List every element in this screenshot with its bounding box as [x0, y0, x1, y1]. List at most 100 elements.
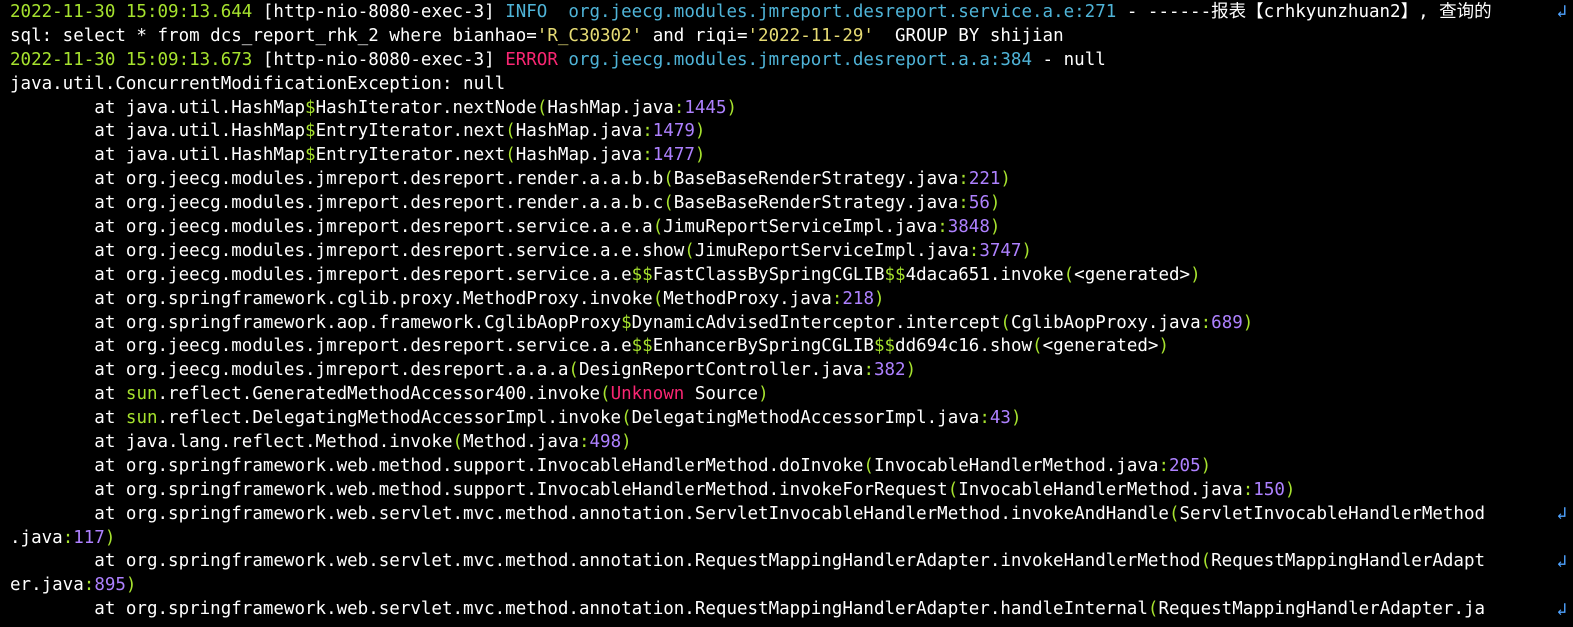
log-line: at java.util.HashMap$HashIterator.nextNo… — [10, 97, 1573, 121]
log-segment: sun — [125, 384, 158, 405]
log-segment: $ — [305, 145, 316, 166]
log-segment: JimuReportServiceImpl.java — [663, 217, 938, 238]
log-segment: at java.lang.reflect.Method.invoke — [10, 432, 453, 453]
log-segment: : — [863, 360, 874, 381]
log-segment: ( — [621, 408, 632, 429]
log-segment: 221 — [968, 169, 1001, 190]
log-segment: INFO — [505, 2, 569, 22]
log-line: at java.util.HashMap$EntryIterator.next(… — [10, 120, 1573, 144]
log-line: er.java:895) — [10, 574, 1573, 598]
log-segment: $ — [305, 97, 316, 118]
log-segment: ServletInvocableHandlerMethod — [1179, 503, 1486, 524]
log-segment: $$ — [873, 336, 896, 357]
log-line: java.util.ConcurrentModificationExceptio… — [10, 73, 1573, 97]
log-segment: EntryIterator.next — [315, 121, 506, 142]
log-segment: FastClassBySpringCGLIB — [652, 264, 885, 285]
log-segment: 43 — [989, 408, 1011, 429]
log-line: at org.springframework.cglib.proxy.Metho… — [10, 288, 1573, 312]
log-segment: $ — [621, 312, 632, 333]
log-segment: at org.jeecg.modules.jmreport.desreport.… — [10, 264, 632, 285]
log-segment: ( — [663, 169, 674, 190]
log-segment: ) — [1021, 240, 1033, 261]
log-segment: 382 — [873, 360, 906, 381]
log-segment: ) — [1000, 169, 1011, 190]
log-line: at org.jeecg.modules.jmreport.desreport.… — [10, 216, 1573, 240]
log-segment: ( — [684, 240, 695, 261]
line-wrap-icon: ↲ — [1556, 599, 1567, 620]
log-segment: ) — [1010, 408, 1022, 429]
log-segment: at — [10, 384, 126, 405]
log-segment: [http-nio-8080-exec-3] — [262, 2, 506, 22]
log-line: .java:117) — [10, 527, 1573, 551]
log-segment: ( — [652, 288, 664, 309]
log-segment: ) — [694, 121, 706, 142]
log-segment: at java.util.HashMap — [10, 121, 306, 142]
log-segment: $ — [305, 121, 316, 142]
log-line: 2022-11-30 15:09:13.673 [http-nio-8080-e… — [10, 49, 1573, 73]
log-segment: 117 — [73, 527, 105, 548]
log-line: at org.springframework.web.method.suppor… — [10, 455, 1573, 479]
log-segment: .reflect.GeneratedMethodAccessor400.invo… — [157, 384, 601, 405]
log-segment: : — [831, 288, 843, 309]
log-line: at org.jeecg.modules.jmreport.desreport.… — [10, 192, 1573, 216]
log-segment: : — [968, 240, 980, 261]
log-segment: ( — [600, 384, 611, 405]
log-segment: at org.jeecg.modules.jmreport.desreport.… — [10, 360, 569, 381]
log-segment: ) — [726, 97, 738, 118]
log-segment: - ------报表【crhkyunzhuan2】, 查询的 — [1116, 2, 1492, 22]
log-segment: ) — [989, 193, 1001, 214]
log-segment: java.util.ConcurrentModificationExceptio… — [10, 73, 442, 94]
log-segment: : — [979, 408, 990, 429]
log-segment: ) — [621, 432, 632, 453]
log-segment: : null — [441, 73, 506, 94]
log-segment: : — [83, 575, 95, 596]
log-line: at org.springframework.web.servlet.mvc.m… — [10, 503, 1573, 527]
log-segment: : — [1158, 455, 1169, 476]
log-segment: at org.jeecg.modules.jmreport.desreport.… — [10, 169, 664, 190]
log-segment: : — [642, 121, 653, 142]
log-segment: ( — [663, 193, 674, 214]
log-segment: sql: select * from dcs_report_rhk_2 wher… — [10, 25, 537, 46]
log-segment: dd694c16.show — [895, 336, 1033, 357]
log-line: at org.jeecg.modules.jmreport.desreport.… — [10, 240, 1573, 264]
log-segment: 895 — [94, 575, 126, 596]
log-segment: ( — [1147, 599, 1159, 620]
log-segment: MethodProxy.java — [663, 288, 832, 309]
log-segment: 2022-11-30 15:09:13.673 — [10, 49, 263, 70]
log-segment: sun — [125, 408, 158, 429]
log-segment: <generated> — [1042, 336, 1159, 357]
log-segment: InvocableHandlerMethod.java — [873, 455, 1159, 476]
log-segment: GROUP BY shijian — [873, 25, 1064, 46]
log-segment: ( — [1000, 312, 1011, 333]
log-segment: at — [10, 408, 126, 429]
log-segment: : — [1242, 479, 1254, 500]
log-segment: : — [1200, 312, 1212, 333]
log-segment: at org.springframework.web.servlet.mvc.m… — [10, 551, 1201, 572]
log-segment: ( — [863, 455, 874, 476]
log-segment: DesignReportController.java — [578, 360, 864, 381]
log-segment: at org.springframework.web.method.suppor… — [10, 479, 948, 500]
log-line: at java.util.HashMap$EntryIterator.next(… — [10, 144, 1573, 168]
log-segment: : — [937, 217, 948, 238]
log-segment: [http-nio-8080-exec-3] — [262, 49, 506, 70]
log-segment: ( — [568, 360, 579, 381]
log-segment: org.jeecg.modules.jmreport.desreport.ser… — [568, 2, 1117, 22]
log-segment: ) — [873, 288, 885, 309]
log-segment: HashIterator.nextNode — [315, 97, 537, 118]
log-segment: BaseBaseRenderStrategy.java — [673, 193, 959, 214]
log-segment: HashMap.java — [547, 97, 674, 118]
terminal-output: 2022-11-30 15:09:13.644 [http-nio-8080-e… — [0, 0, 1573, 627]
log-segment: ( — [452, 432, 464, 453]
log-segment: ERROR — [505, 49, 569, 70]
log-segment: at org.springframework.web.servlet.mvc.m… — [10, 503, 1169, 524]
log-segment: 4daca651.invoke — [905, 264, 1064, 285]
log-segment: .reflect.DelegatingMethodAccessorImpl.in… — [157, 408, 622, 429]
log-segment: ( — [652, 217, 664, 238]
log-segment: InvocableHandlerMethod.java — [958, 479, 1243, 500]
log-line: at org.springframework.web.servlet.mvc.m… — [10, 550, 1573, 574]
line-wrap-icon: ↲ — [1556, 503, 1567, 524]
log-segment: at org.jeecg.modules.jmreport.desreport.… — [10, 193, 664, 214]
log-line: at java.lang.reflect.Method.invoke(Metho… — [10, 431, 1573, 455]
log-segment: 1477 — [652, 145, 695, 166]
log-segment: at org.jeecg.modules.jmreport.desreport.… — [10, 336, 632, 357]
